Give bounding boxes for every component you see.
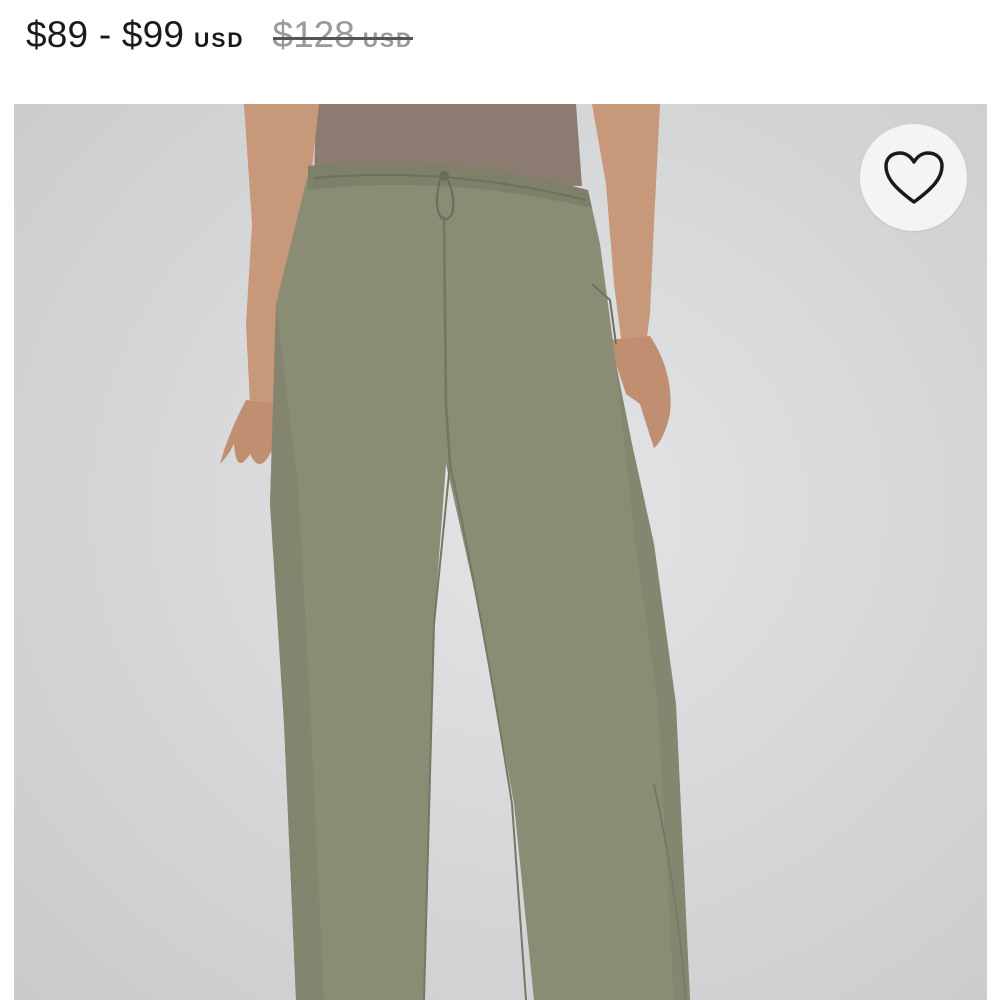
drawstring-toggle bbox=[439, 171, 449, 181]
product-image[interactable] bbox=[14, 104, 987, 1000]
original-price-amount: $128 bbox=[272, 14, 355, 55]
current-price: $89 - $99 bbox=[26, 14, 185, 55]
left-hand bbox=[220, 400, 276, 465]
product-photo-illustration bbox=[220, 104, 690, 1000]
current-currency: USD bbox=[194, 29, 245, 52]
original-currency: USD bbox=[362, 29, 414, 52]
price-row: $89 - $99 USD $128 USD bbox=[26, 14, 413, 62]
wishlist-button[interactable] bbox=[860, 124, 967, 231]
original-price: $128 USD bbox=[272, 14, 414, 56]
heart-outline-icon bbox=[883, 150, 944, 204]
